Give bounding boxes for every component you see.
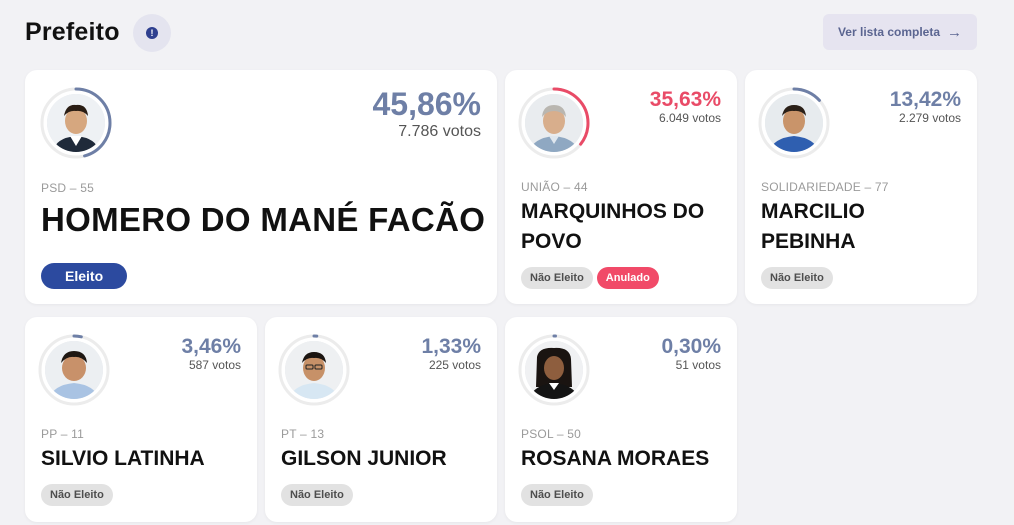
- candidate-photo: [525, 341, 583, 399]
- party-label: SOLIDARIEDADE – 77: [761, 180, 889, 194]
- candidate-name: MARQUINHOS DO POVO: [521, 200, 705, 253]
- status-badge-not-elected: Não Eleito: [41, 484, 113, 506]
- status-badge-not-elected: Não Eleito: [521, 267, 593, 289]
- status-badge-elected: Eleito: [41, 263, 128, 289]
- candidate-card[interactable]: 1,33% 225 votos PT – 13 GILSON JUNIOR Nã…: [265, 317, 497, 522]
- candidate-photo: [45, 341, 103, 399]
- party-label: PSOL – 50: [521, 427, 582, 441]
- view-full-list-label: Ver lista completa: [837, 25, 941, 39]
- vote-count: 6.049 votos: [658, 111, 721, 125]
- vote-count: 7.786 votos: [398, 123, 481, 140]
- status-badges: Não Eleito: [41, 484, 113, 506]
- candidate-avatar-ring: [517, 86, 591, 160]
- vote-count: 2.279 votos: [898, 111, 961, 125]
- status-badge-not-elected: Não Eleito: [521, 484, 593, 506]
- party-label: UNIÃO – 44: [521, 180, 588, 194]
- candidate-card[interactable]: 0,30% 51 votos PSOL – 50 ROSANA MORAES N…: [505, 317, 737, 522]
- status-badges: Eleito: [41, 263, 128, 289]
- candidate-photo: [525, 94, 583, 152]
- candidate-avatar-ring: [37, 333, 111, 407]
- candidate-avatar-ring: [39, 86, 113, 160]
- status-badges: Não Eleito: [281, 484, 353, 506]
- vote-percentage: 1,33%: [421, 335, 481, 358]
- party-label: PT – 13: [281, 427, 325, 441]
- info-icon: !: [146, 27, 158, 39]
- status-badge-not-elected: Não Eleito: [761, 267, 833, 289]
- candidate-photo: [47, 94, 105, 152]
- status-badges: Não Eleito: [761, 267, 833, 289]
- view-full-list-button[interactable]: Ver lista completa →: [823, 14, 977, 50]
- party-label: PSD – 55: [41, 181, 94, 195]
- candidate-name: GILSON JUNIOR: [281, 447, 447, 470]
- section-header: Prefeito ! Ver lista completa →: [25, 14, 977, 54]
- vote-percentage: 45,86%: [372, 86, 481, 122]
- candidate-name: HOMERO DO MANÉ FACÃO: [41, 201, 486, 238]
- status-badges: Não Eleito: [521, 484, 593, 506]
- vote-percentage: 13,42%: [889, 88, 961, 111]
- vote-count: 51 votos: [675, 358, 721, 372]
- status-badge-not-elected: Não Eleito: [281, 484, 353, 506]
- party-label: PP – 11: [41, 427, 84, 441]
- candidate-photo: [285, 341, 343, 399]
- vote-count: 587 votos: [188, 358, 241, 372]
- candidate-avatar-ring: [517, 333, 591, 407]
- candidate-name: MARCILIO PEBINHA: [761, 200, 865, 253]
- info-button[interactable]: !: [133, 14, 171, 52]
- arrow-right-icon: →: [947, 23, 963, 41]
- vote-percentage: 3,46%: [181, 335, 241, 358]
- candidate-card[interactable]: 3,46% 587 votos PP – 11 SILVIO LATINHA N…: [25, 317, 257, 522]
- candidate-avatar-ring: [757, 86, 831, 160]
- candidate-photo: [765, 94, 823, 152]
- status-badge-annulled: Anulado: [596, 267, 659, 289]
- candidate-card[interactable]: 35,63% 6.049 votos UNIÃO – 44 MARQUINHOS…: [505, 70, 737, 304]
- status-badges: Não Eleito Anulado: [521, 267, 659, 289]
- candidate-card-winner[interactable]: 45,86% 7.786 votos PSD – 55 HOMERO DO MA…: [25, 70, 497, 304]
- vote-percentage: 35,63%: [649, 88, 721, 111]
- candidate-card[interactable]: 13,42% 2.279 votos SOLIDARIEDADE – 77 MA…: [745, 70, 977, 304]
- candidate-name: ROSANA MORAES: [521, 447, 710, 470]
- vote-percentage: 0,30%: [661, 335, 721, 358]
- candidate-name: SILVIO LATINHA: [41, 447, 205, 470]
- page-title: Prefeito: [25, 18, 120, 46]
- vote-count: 225 votos: [428, 358, 481, 372]
- candidate-avatar-ring: [277, 333, 351, 407]
